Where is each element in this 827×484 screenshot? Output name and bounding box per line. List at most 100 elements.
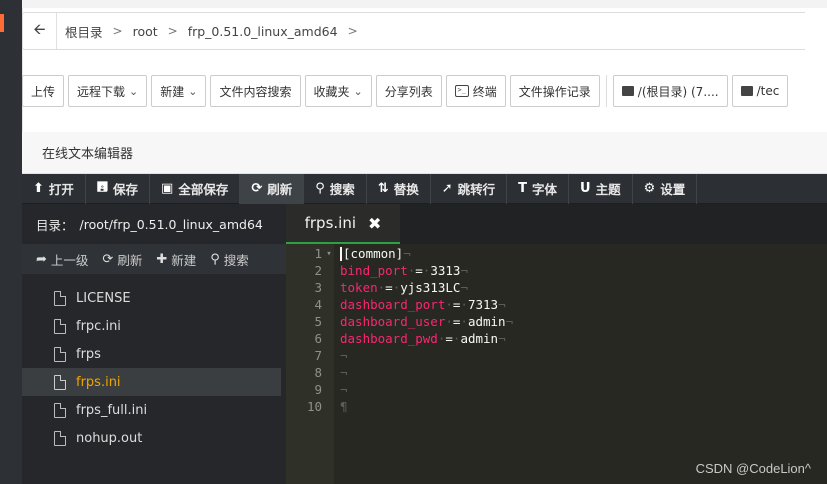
fold-arrow-icon[interactable]: ▾ [324, 249, 334, 259]
line-number: 5 [314, 314, 322, 329]
replace-label: 替换 [393, 182, 419, 197]
line-number: 3 [314, 280, 322, 295]
line-number: 2 [314, 263, 322, 278]
close-icon[interactable]: ✖ [368, 214, 381, 233]
theme-button[interactable]: U 主题 [569, 173, 633, 204]
sidebar-new-label: 新建 [171, 252, 197, 268]
line-number: 8 [314, 365, 322, 380]
code-line: 3 token·=·yjs313LC¬ [286, 279, 827, 296]
save-all-button[interactable]: ▣ 全部保存 [150, 173, 241, 204]
code-text: ¬ [340, 382, 348, 397]
settings-label: 设置 [660, 182, 686, 197]
chevron-right-icon: > [112, 24, 123, 38]
sidebar-toolbar: ➦ 上一级 ⟳ 刷新 ✚ 新建 ⚲ 搜索 [22, 244, 286, 274]
tab-label: frps.ini [304, 214, 356, 232]
file-item-frpc-ini[interactable]: frpc.ini [22, 312, 281, 340]
content-search-button[interactable]: 文件内容搜索 [210, 75, 301, 107]
line-number: 10 [306, 399, 322, 414]
remote-download-button[interactable]: 远程下载 ⌄ [68, 75, 148, 107]
code-text: dashboard_pwd·=·admin¬ [340, 331, 506, 346]
ini-value: admin [460, 331, 499, 346]
sidebar-search-button[interactable]: ⚲ 搜索 [210, 250, 249, 269]
favorites-button[interactable]: 收藏夹 ⌄ [304, 75, 372, 107]
line-number: 6 [314, 331, 322, 346]
code-text: ¬ [340, 348, 348, 363]
settings-button[interactable]: ⚙ 设置 [633, 173, 698, 204]
save-icon: 🖪 [96, 179, 108, 195]
replace-button[interactable]: ⇅ 替换 [367, 173, 431, 204]
remote-download-label: 远程下载 [77, 84, 126, 99]
line-number: 9 [314, 382, 322, 397]
code-area[interactable]: 1 ▾ [common]¬ 2 bind_port·=·3313¬ 3 token·=·yj… [286, 244, 827, 484]
search-icon: ⚲ [315, 181, 325, 196]
file-item-frps[interactable]: frps [22, 340, 281, 368]
ini-value: 7313 [467, 297, 499, 312]
file-icon [54, 290, 66, 306]
arrow-left-icon: 🡨 [33, 19, 46, 38]
new-label: 新建 [160, 84, 185, 99]
open-button[interactable]: ⬆ 打开 [22, 173, 86, 204]
tab-frps-ini[interactable]: frps.ini ✖ [286, 204, 400, 244]
goto-line-button[interactable]: ➚ 跳转行 [431, 173, 508, 204]
equals-sign: = [385, 280, 393, 295]
upload-icon: ⬆ [33, 181, 44, 196]
breadcrumb: 根目录 > root > frp_0.51.0_linux_amd64 > [57, 22, 368, 41]
terminal-icon: >_ [454, 85, 469, 97]
editor-tabs: frps.ini ✖ [286, 204, 827, 244]
disk-icon [740, 86, 753, 96]
file-icon [54, 430, 66, 446]
font-button[interactable]: T 字体 [507, 173, 570, 204]
open-label: 打开 [48, 182, 74, 197]
op-log-button[interactable]: 文件操作记录 [509, 75, 600, 107]
back-button[interactable]: 🡨 [23, 13, 57, 49]
content-search-label: 文件内容搜索 [219, 84, 292, 99]
disk-2-button[interactable]: /tec [731, 75, 789, 107]
save-button[interactable]: 🖪 保存 [86, 173, 151, 204]
upload-button[interactable]: 上传 [22, 75, 65, 107]
breadcrumb-item-frp[interactable]: frp_0.51.0_linux_amd64 [188, 24, 338, 39]
file-item-license[interactable]: LICENSE [22, 284, 281, 312]
file-item-frps-full-ini[interactable]: frps_full.ini [22, 396, 281, 424]
terminal-label: 终端 [472, 84, 497, 99]
space-marker: · [445, 314, 453, 329]
refresh-icon: ⟳ [102, 251, 114, 267]
line-end-marker: ¬ [505, 314, 514, 329]
line-number: 1 [314, 246, 322, 261]
sidebar-new-button[interactable]: ✚ 新建 [156, 250, 196, 269]
share-list-button[interactable]: 分享列表 [375, 75, 442, 107]
ini-key: dashboard_pwd [340, 331, 438, 346]
dir-path: /root/frp_0.51.0_linux_amd64 [79, 216, 263, 232]
code-line: 7 ¬ [286, 347, 827, 364]
equals-sign: = [445, 331, 453, 346]
search-button[interactable]: ⚲ 搜索 [304, 173, 367, 204]
code-line: 1 ▾ [common]¬ [286, 245, 827, 262]
file-item-nohup-out[interactable]: nohup.out [22, 424, 281, 452]
chevron-down-icon: ⌄ [353, 84, 363, 98]
code-line: 8 ¬ [286, 364, 827, 381]
ini-key: dashboard_port [340, 297, 446, 312]
editor-title: 在线文本编辑器 [22, 132, 827, 174]
ini-key: token [340, 280, 378, 295]
terminal-button[interactable]: >_ 终端 [445, 75, 506, 107]
editor-toolbar: ⬆ 打开 🖪 保存 ▣ 全部保存 ⟳ 刷新 ⚲ 搜索 ⇅ 替换 ➚ 跳转行 T 字体 U 主题 ⚙… [22, 173, 827, 204]
ini-key: dashboard_user [340, 314, 446, 329]
refresh-button[interactable]: ⟳ 刷新 [240, 173, 305, 204]
sidebar-refresh-button[interactable]: ⟳ 刷新 [102, 250, 142, 269]
ini-value: [common] [343, 245, 404, 261]
breadcrumb-item-root[interactable]: root [133, 24, 158, 39]
line-number: 7 [314, 348, 322, 363]
breadcrumb-item-root-dir[interactable]: 根目录 [65, 22, 103, 41]
new-button[interactable]: 新建 ⌄ [151, 75, 207, 107]
code-text: bind_port·=·3313¬ [340, 263, 468, 278]
share-list-label: 分享列表 [384, 84, 433, 99]
ini-value: yjs313LC [400, 280, 461, 295]
code-line: 4 dashboard_port·=·7313¬ [286, 296, 827, 313]
file-item-frps-ini[interactable]: frps.ini [22, 368, 281, 396]
up-level-button[interactable]: ➦ 上一级 [36, 250, 88, 269]
code-line: 5 dashboard_user·=·admin¬ [286, 313, 827, 330]
disk-root-button[interactable]: /(根目录) (7.... [612, 75, 728, 107]
file-name: frpc.ini [76, 318, 121, 334]
file-icon [54, 346, 66, 362]
chevron-right-icon: > [347, 24, 358, 38]
file-toolbar: 上传 远程下载 ⌄ 新建 ⌄ 文件内容搜索 收藏夹 ⌄ 分享列表 >_ 终端 文件操作记… [22, 75, 789, 115]
